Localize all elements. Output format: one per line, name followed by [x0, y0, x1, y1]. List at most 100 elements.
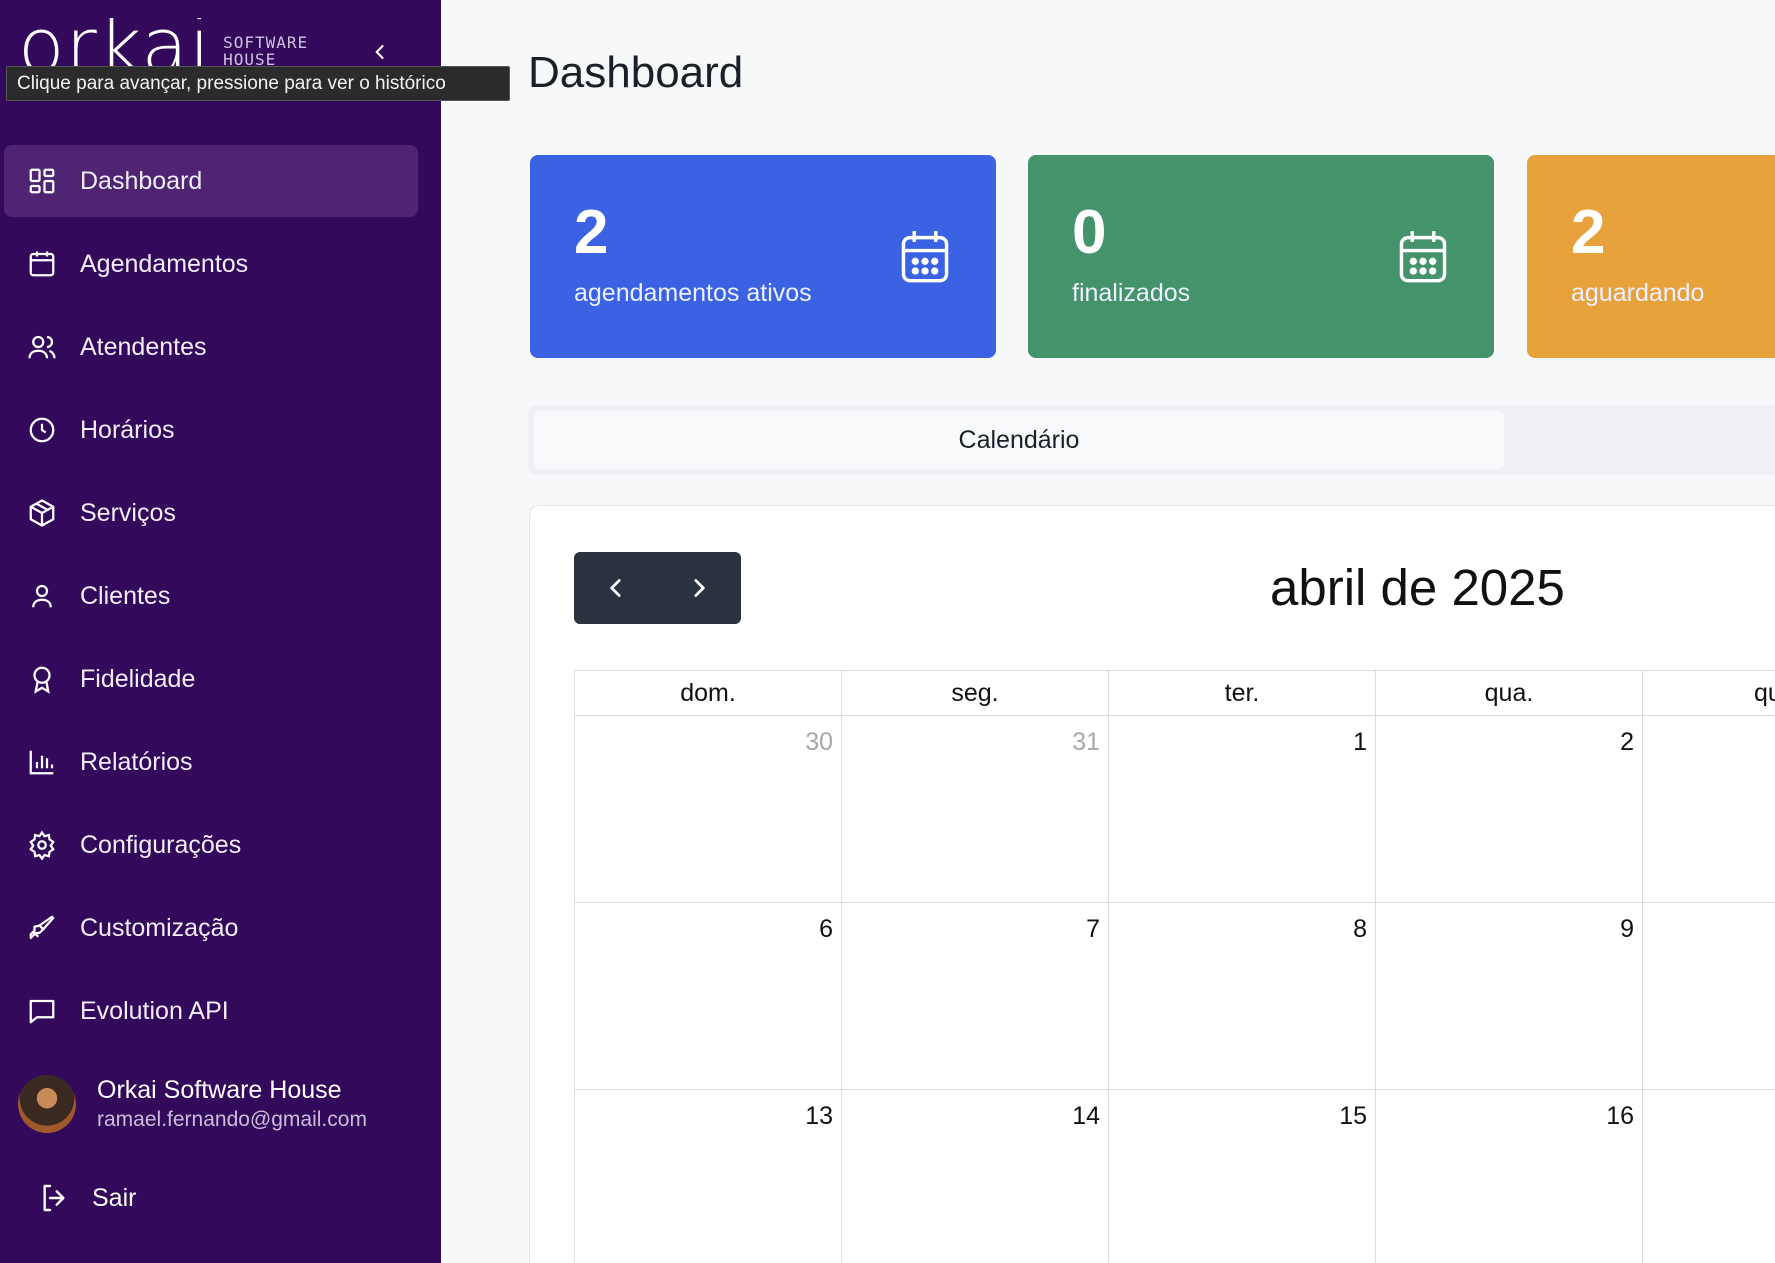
- calendar-day[interactable]: 8: [1108, 903, 1375, 1090]
- calendar-card: abril de 2025 dom. seg. ter. qua. qu 30 …: [529, 505, 1775, 1263]
- prev-month-button[interactable]: [574, 552, 658, 624]
- sidebar-item-agendamentos[interactable]: Agendamentos: [4, 228, 418, 300]
- calendar-week: 13 14 15 16: [574, 1090, 1775, 1263]
- collapse-sidebar-button[interactable]: [368, 40, 392, 64]
- calendar-day[interactable]: [1642, 716, 1775, 903]
- logo[interactable]: orkai SOFTWARE HOUSE: [18, 18, 323, 72]
- stat-card-finished: 0 finalizados: [1028, 155, 1494, 358]
- paintbrush-icon: [26, 912, 58, 944]
- sidebar-item-label: Evolution API: [80, 996, 229, 1025]
- day-number: 16: [1606, 1102, 1634, 1130]
- weekday-label: seg.: [841, 670, 1108, 716]
- sidebar-item-label: Customização: [80, 913, 239, 942]
- calendar-day[interactable]: 31: [841, 716, 1108, 903]
- sidebar-item-label: Atendentes: [80, 332, 207, 361]
- day-number: 7: [1086, 915, 1100, 943]
- stat-label: agendamentos ativos: [574, 279, 812, 307]
- weekday-label: dom.: [574, 670, 841, 716]
- stat-card-active: 2 agendamentos ativos: [530, 155, 996, 358]
- sidebar-item-label: Horários: [80, 415, 175, 444]
- sidebar-item-servicos[interactable]: Serviços: [4, 477, 418, 549]
- day-number: 31: [1072, 728, 1100, 756]
- weekday-label: qua.: [1375, 670, 1642, 716]
- award-icon: [26, 663, 58, 695]
- calendar-day[interactable]: 15: [1108, 1090, 1375, 1263]
- calendar-day[interactable]: [1642, 903, 1775, 1090]
- calendar-day[interactable]: [1642, 1090, 1775, 1263]
- calendar-week: 6 7 8 9: [574, 903, 1775, 1090]
- calendar-day[interactable]: 2: [1375, 716, 1642, 903]
- stat-card-waiting: 2 aguardando: [1527, 155, 1775, 358]
- dashboard-icon: [26, 165, 58, 197]
- gear-icon: [26, 829, 58, 861]
- day-number: 13: [805, 1102, 833, 1130]
- sidebar-item-label: Fidelidade: [80, 664, 196, 693]
- sidebar-nav: Dashboard Agendamentos Atendentes Horári…: [4, 145, 418, 1058]
- calendar-icon: [1399, 231, 1447, 283]
- day-number: 30: [805, 728, 833, 756]
- sidebar-item-fidelidade[interactable]: Fidelidade: [4, 643, 418, 715]
- calendar-day[interactable]: 6: [574, 903, 841, 1090]
- calendar-grid: dom. seg. ter. qua. qu 30 31 1 2 6 7 8 9: [574, 670, 1775, 1263]
- calendar-day[interactable]: 1: [1108, 716, 1375, 903]
- sidebar-item-label: Clientes: [80, 581, 171, 610]
- logout-icon: [43, 1184, 65, 1212]
- sidebar-item-label: Agendamentos: [80, 249, 249, 278]
- next-month-button[interactable]: [658, 552, 742, 624]
- calendar-nav: [574, 552, 741, 624]
- calendar-day[interactable]: 13: [574, 1090, 841, 1263]
- chevron-left-icon: [610, 579, 621, 597]
- clock-icon: [26, 414, 58, 446]
- weekday-label: ter.: [1108, 670, 1375, 716]
- user-profile[interactable]: Orkai Software House ramael.fernando@gma…: [18, 1075, 367, 1133]
- tab-calendario[interactable]: Calendário: [534, 411, 1504, 469]
- users-icon: [26, 331, 58, 363]
- bar-chart-icon: [26, 746, 58, 778]
- sidebar-item-label: Configurações: [80, 830, 242, 859]
- calendar-day[interactable]: 30: [574, 716, 841, 903]
- main-content: Dashboard 2 agendamentos ativos 0 finali…: [441, 0, 1775, 1263]
- calendar-day[interactable]: 16: [1375, 1090, 1642, 1263]
- logo-wordmark: orkai: [18, 18, 212, 70]
- avatar: [18, 1075, 76, 1133]
- sidebar-item-horarios[interactable]: Horários: [4, 394, 418, 466]
- sidebar-item-label: Relatórios: [80, 747, 193, 776]
- logout-button[interactable]: Sair: [38, 1182, 136, 1214]
- sidebar-item-relatorios[interactable]: Relatórios: [4, 726, 418, 798]
- sidebar-item-customizacao[interactable]: Customização: [4, 892, 418, 964]
- calendar-day[interactable]: 14: [841, 1090, 1108, 1263]
- calendar-icon: [26, 248, 58, 280]
- sidebar-item-clientes[interactable]: Clientes: [4, 560, 418, 632]
- sidebar: orkai SOFTWARE HOUSE Clique para avançar…: [0, 0, 510, 1263]
- day-number: 9: [1620, 915, 1634, 943]
- calendar-day[interactable]: 7: [841, 903, 1108, 1090]
- sidebar-item-atendentes[interactable]: Atendentes: [4, 311, 418, 383]
- day-number: 8: [1353, 915, 1367, 943]
- logout-label: Sair: [92, 1183, 137, 1212]
- calendar-icon: [901, 231, 949, 283]
- calendar-day[interactable]: 9: [1375, 903, 1642, 1090]
- chevron-left-icon: [375, 45, 384, 59]
- user-name: Orkai Software House: [97, 1076, 342, 1104]
- user-icon: [26, 580, 58, 612]
- stat-label: finalizados: [1072, 279, 1191, 307]
- calendar-week: 30 31 1 2: [574, 716, 1775, 903]
- weekday-label: qu: [1642, 670, 1775, 716]
- stat-label: aguardando: [1571, 279, 1705, 307]
- sidebar-item-dashboard[interactable]: Dashboard: [4, 145, 418, 217]
- day-number: 15: [1339, 1102, 1367, 1130]
- sidebar-item-configuracoes[interactable]: Configurações: [4, 809, 418, 881]
- browser-back-tooltip: Clique para avançar, pressione para ver …: [6, 66, 510, 101]
- weekday-header: dom. seg. ter. qua. qu: [574, 670, 1775, 716]
- day-number: 14: [1072, 1102, 1100, 1130]
- sidebar-item-label: Serviços: [80, 498, 176, 527]
- page-title: Dashboard: [528, 48, 744, 97]
- stat-value: 0: [1072, 198, 1107, 267]
- user-email: ramael.fernando@gmail.com: [97, 1108, 367, 1131]
- logo-subtitle: SOFTWARE HOUSE: [223, 34, 309, 68]
- tab-bar: Calendário: [528, 405, 1775, 475]
- day-number: 1: [1353, 728, 1367, 756]
- message-icon: [26, 995, 58, 1027]
- sidebar-item-label: Dashboard: [80, 166, 203, 195]
- sidebar-item-evolution-api[interactable]: Evolution API: [4, 975, 418, 1047]
